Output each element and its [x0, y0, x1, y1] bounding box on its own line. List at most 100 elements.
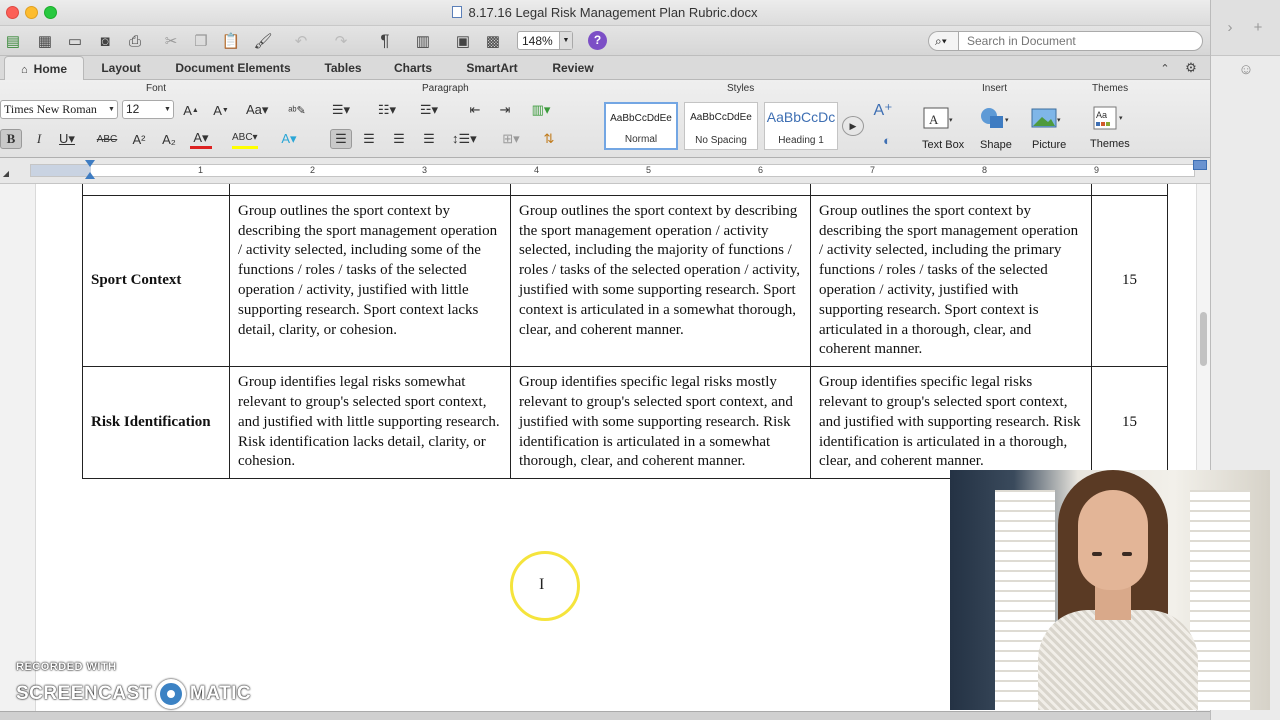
font-size-select[interactable]: 12 ▼ — [122, 100, 174, 119]
horizontal-ruler[interactable]: ◢ 1 2 3 4 5 6 7 8 9 — [0, 158, 1210, 184]
cut-icon[interactable]: ✂ — [160, 30, 182, 52]
italic-button[interactable]: I — [28, 129, 50, 149]
increase-indent-icon[interactable]: ⇥ — [494, 100, 516, 120]
clear-formatting-icon[interactable]: ᵃᵇ✎ — [286, 100, 308, 120]
ruler-margin — [31, 165, 91, 176]
shape-label[interactable]: Shape — [980, 139, 1012, 151]
font-color-icon[interactable]: A▾ — [190, 129, 212, 149]
change-case-icon[interactable]: Aa▾ — [246, 100, 268, 120]
help-button[interactable]: ? — [588, 31, 607, 50]
tab-charts[interactable]: Charts — [380, 56, 446, 80]
tab-document-elements[interactable]: Document Elements — [158, 56, 308, 80]
new-document-icon[interactable]: ▤ — [2, 30, 24, 52]
print-icon[interactable]: ⎙ — [124, 30, 146, 52]
justify-button[interactable]: ☰ — [418, 129, 440, 149]
first-line-indent-marker[interactable] — [85, 160, 95, 167]
tab-home[interactable]: ⌂ Home — [4, 56, 84, 80]
rubric-cell[interactable]: cohesion. — [229, 184, 511, 196]
open-icon[interactable]: ▭ — [64, 30, 86, 52]
subscript-icon[interactable]: A₂ — [158, 129, 180, 149]
rubric-cell[interactable]: Group identifies specific legal risks mo… — [510, 366, 811, 480]
templates-icon[interactable]: ▦ — [34, 30, 56, 52]
rubric-cell[interactable]: Group identifies specific legal risks re… — [810, 366, 1092, 480]
criterion-cell[interactable] — [82, 184, 230, 196]
columns-icon[interactable]: ▥▾ — [530, 100, 552, 120]
grow-font-icon[interactable]: A ▲ — [180, 100, 202, 120]
style-heading-1-sample: AaBbCcDc — [766, 109, 836, 125]
font-name-select[interactable]: Times New Roman ▼ — [0, 100, 118, 119]
bullets-icon[interactable]: ☰▾ — [330, 100, 352, 120]
show-paragraph-marks-icon[interactable]: ¶ — [374, 30, 396, 52]
text-box-label[interactable]: Text Box — [922, 139, 964, 151]
underline-button[interactable]: U▾ — [56, 129, 78, 149]
numbering-icon[interactable]: ☷▾ — [376, 100, 398, 120]
manage-styles-icon[interactable]: ◐ — [876, 130, 898, 150]
themes-label[interactable]: Themes — [1090, 138, 1130, 150]
media-browser-icon[interactable]: ▩ — [482, 30, 504, 52]
align-left-button[interactable]: ☰ — [330, 129, 352, 149]
paste-icon[interactable]: 📋 — [220, 30, 242, 52]
tab-review[interactable]: Review — [540, 56, 606, 80]
bold-button[interactable]: B — [0, 129, 22, 149]
rubric-cell[interactable]: Group outlines the sport context by desc… — [810, 194, 1092, 368]
tab-tables[interactable]: Tables — [310, 56, 376, 80]
rubric-cell[interactable]: Group outlines the sport context by desc… — [510, 194, 811, 368]
format-painter-icon[interactable]: 🖌 — [252, 30, 274, 52]
sidebar-icon[interactable]: ▣ — [452, 30, 474, 52]
shape-icon[interactable]: ▾ — [978, 104, 1010, 134]
tab-layout[interactable]: Layout — [86, 56, 156, 80]
styles-pane-icon[interactable]: A⁺ — [872, 100, 894, 120]
style-normal[interactable]: AaBbCcDdEe Normal — [604, 102, 678, 150]
style-no-spacing[interactable]: AaBbCcDdEe No Spacing — [684, 102, 758, 150]
rubric-cell[interactable]: Group identifies legal risks somewhat re… — [229, 366, 511, 480]
sort-icon[interactable]: ⇅ — [538, 129, 560, 149]
hanging-indent-marker[interactable] — [85, 172, 95, 179]
redo-icon[interactable]: ↷ — [330, 30, 352, 52]
collapse-ribbon-icon[interactable]: ⌃ — [1154, 57, 1176, 79]
search-icon[interactable]: ⌕▾ — [928, 31, 958, 51]
view-icon[interactable]: ▥ — [412, 30, 434, 52]
picture-icon[interactable]: ▾ — [1030, 104, 1062, 134]
align-center-button[interactable]: ☰ — [358, 129, 380, 149]
save-icon[interactable]: ◙ — [94, 30, 116, 52]
align-right-button[interactable]: ☰ — [388, 129, 410, 149]
shrink-font-icon[interactable]: A ▼ — [210, 100, 232, 120]
text-box-icon[interactable]: A ▾ — [922, 104, 954, 134]
plus-icon[interactable]: + — [1247, 16, 1269, 38]
text-effects-icon[interactable]: A▾ — [278, 129, 300, 149]
highlight-icon[interactable]: ABC▾ — [232, 129, 258, 149]
copy-icon[interactable]: ❐ — [190, 30, 212, 52]
style-heading-1[interactable]: AaBbCcDc Heading 1 — [764, 102, 838, 150]
line-spacing-icon[interactable]: ↕☰▾ — [452, 129, 477, 149]
borders-icon[interactable]: ⊞▾ — [500, 129, 522, 149]
undo-icon[interactable]: ↶ — [290, 30, 312, 52]
superscript-icon[interactable]: A² — [128, 129, 150, 149]
chevron-down-icon: ▼ — [164, 106, 171, 113]
group-label-paragraph: Paragraph — [422, 83, 469, 94]
search-input[interactable] — [958, 31, 1203, 51]
gear-icon[interactable]: ⚙ — [1180, 57, 1202, 79]
styles-next-icon[interactable]: ▶ — [842, 116, 864, 136]
points-cell[interactable]: 15 — [1091, 366, 1168, 480]
right-ruler-button[interactable] — [1193, 160, 1207, 170]
themes-icon[interactable]: Aa ▾ — [1092, 104, 1124, 134]
search-box[interactable]: ⌕▾ — [928, 31, 1203, 51]
criterion-cell[interactable]: Risk Identification — [82, 366, 230, 480]
decrease-indent-icon[interactable]: ⇤ — [464, 100, 486, 120]
points-cell[interactable]: 15 — [1091, 194, 1168, 368]
strikethrough-icon[interactable]: ABC — [96, 129, 118, 149]
zoom-select[interactable]: 148% ▼ — [517, 31, 573, 50]
picture-label[interactable]: Picture — [1032, 139, 1066, 151]
tab-smartart[interactable]: SmartArt — [452, 56, 532, 80]
presenter-eye — [1122, 552, 1132, 556]
rubric-cell[interactable]: cohesive. — [810, 184, 1092, 196]
scrollbar-thumb[interactable] — [1200, 312, 1207, 366]
points-cell[interactable] — [1091, 184, 1168, 196]
chat-icon[interactable]: ☺ — [1235, 58, 1257, 80]
rubric-cell[interactable] — [510, 184, 811, 196]
multilevel-list-icon[interactable]: ☲▾ — [418, 100, 440, 120]
rubric-cell[interactable]: Group outlines the sport context by desc… — [229, 194, 511, 368]
chevron-right-icon[interactable]: › — [1219, 16, 1241, 38]
tab-stop-selector-icon[interactable]: ◢ — [0, 162, 12, 184]
criterion-cell[interactable]: Sport Context — [82, 194, 230, 368]
